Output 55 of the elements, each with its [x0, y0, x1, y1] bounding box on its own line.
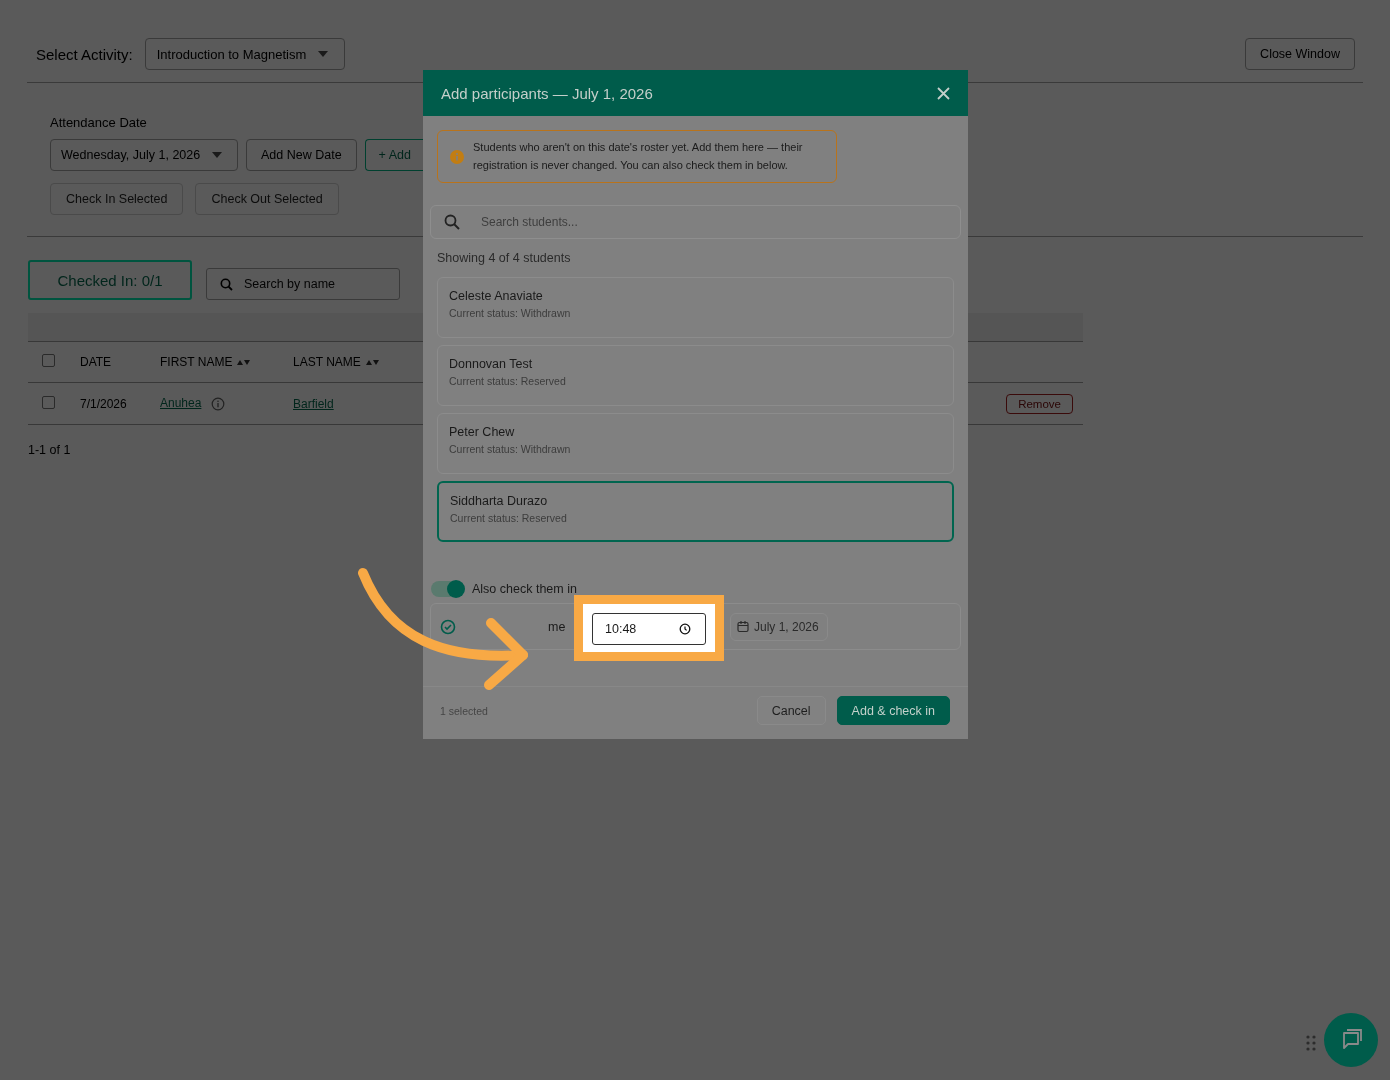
row-checkbox[interactable] — [42, 395, 55, 409]
check-circle-icon — [440, 618, 456, 635]
clock-icon — [679, 622, 691, 635]
student-name: Siddharta Durazo — [450, 494, 549, 508]
toggle-label: Also check them in — [472, 582, 577, 596]
close-window-button[interactable]: Close Window — [1245, 38, 1355, 70]
checked-in-counter: Checked In: 0/1 — [28, 260, 192, 300]
student-status: Current status: Withdrawn — [449, 307, 572, 319]
sort-icon[interactable] — [365, 360, 379, 366]
first-name-link[interactable]: Anuhea — [160, 396, 202, 411]
student-status: Current status: Withdrawn — [449, 443, 572, 455]
info-icon — [211, 396, 226, 411]
student-card[interactable]: Siddharta Durazo Current status: Reserved — [437, 481, 954, 542]
student-card[interactable]: Donnovan Test Current status: Reserved — [437, 345, 954, 406]
drag-handle-icon[interactable] — [1306, 1035, 1316, 1051]
student-name: Peter Chew — [449, 425, 516, 439]
table-cell: 7/1/2026 — [80, 396, 127, 411]
cancel-button[interactable]: Cancel — [756, 696, 826, 725]
last-name-link[interactable]: Barfield — [293, 396, 334, 411]
date-chip[interactable]: July 1, 2026 — [730, 612, 828, 641]
column-header[interactable]: LAST NAME — [293, 355, 379, 369]
caret-icon — [318, 51, 329, 57]
close-icon[interactable] — [937, 86, 950, 100]
select-all-checkbox[interactable] — [42, 354, 55, 367]
caret-icon — [212, 152, 223, 158]
student-status: Current status: Reserved — [449, 375, 567, 387]
result-count: Showing 4 of 4 students — [437, 251, 572, 265]
activity-label: Select Activity: — [36, 45, 133, 63]
info-icon — [450, 149, 464, 164]
search-field[interactable]: Search by name — [206, 267, 400, 300]
search-field[interactable]: Search students... — [430, 205, 961, 239]
notice-text: Students who aren't on this date's roster yet. Add them here — their registration is never changed. You can also check them in below. — [473, 140, 804, 173]
dialog-title: Add participants — July 1, 2026 — [441, 84, 654, 102]
student-card[interactable]: Celeste Anaviate Current status: Withdrawn — [437, 277, 954, 338]
student-name: Celeste Anaviate — [449, 289, 544, 303]
activity-dropdown[interactable]: Introduction to Magnetism — [144, 38, 346, 70]
toggle-switch[interactable] — [431, 581, 464, 597]
section-label: Attendance Date — [50, 115, 147, 130]
pagination-label: 1-1 of 1 — [28, 443, 71, 457]
sort-icon[interactable] — [237, 360, 251, 366]
search-icon — [444, 214, 460, 230]
chat-button[interactable] — [1324, 1013, 1378, 1067]
search-icon — [220, 277, 233, 291]
date-dropdown[interactable]: Wednesday, July 1, 2026 — [50, 139, 238, 171]
student-status: Current status: Reserved — [450, 512, 568, 524]
column-header[interactable]: FIRST NAME — [160, 355, 251, 369]
add-date-button[interactable]: Add New Date — [246, 139, 357, 171]
calendar-icon — [737, 620, 749, 633]
time-field[interactable]: 10:48 — [592, 612, 706, 645]
student-name: Donnovan Test — [449, 357, 534, 371]
field-label: me — [548, 619, 567, 634]
student-card[interactable]: Peter Chew Current status: Withdrawn — [437, 413, 954, 474]
column-header[interactable]: DATE — [80, 355, 112, 369]
add-check-in-button[interactable]: Add & check in — [836, 696, 950, 725]
remove-button[interactable]: Remove — [1006, 393, 1073, 414]
